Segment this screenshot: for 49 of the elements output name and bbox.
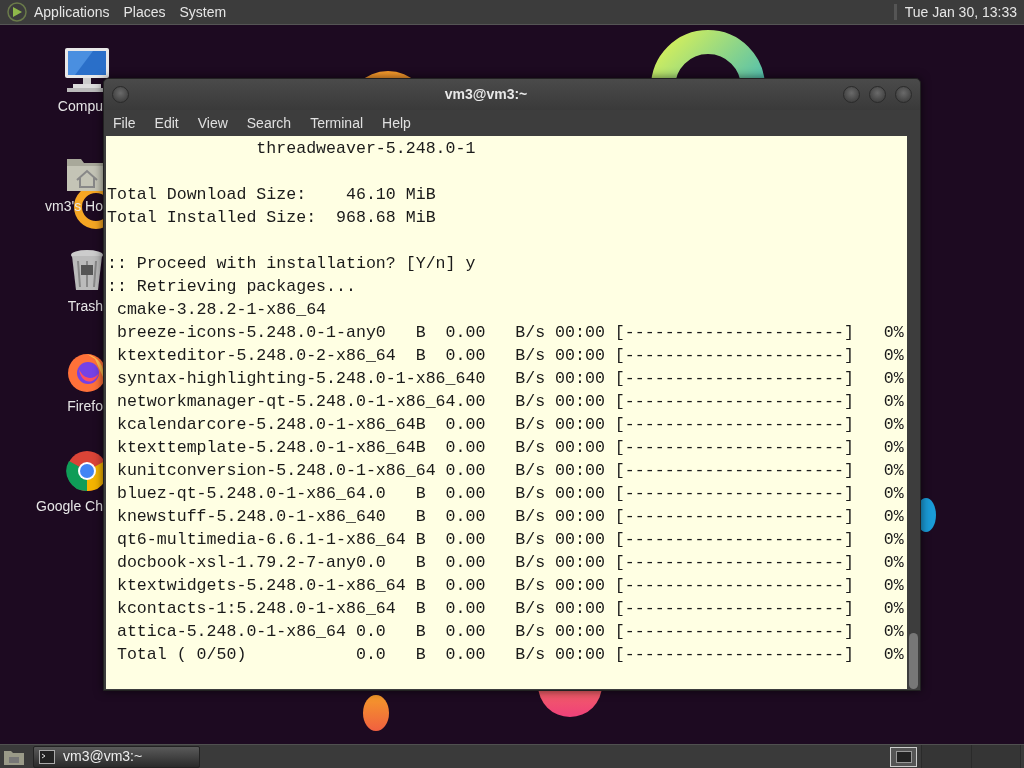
scrollbar[interactable] — [907, 136, 920, 689]
window-menu-button[interactable] — [112, 86, 129, 103]
icon-label[interactable]: Compu — [57, 96, 103, 117]
terminal-line: threadweaver-5.248.0-1 — [255, 138, 476, 160]
terminal-line: ktexteditor-5.248.0-2-x86_64 B 0.00 B/s 00:00 [----------------------] 0% — [115, 345, 904, 367]
window-title: vm3@vm3:~ — [443, 85, 529, 104]
terminal-line: syntax-highlighting-5.248.0-1-x86_640 B/s 00:00 [----------------------] 0% — [115, 368, 904, 390]
play-logo-icon[interactable] — [7, 2, 27, 22]
terminal-line: ktexttemplate-5.248.0-1-x86_64B 0.00 B/s 00:00 [----------------------] 0% — [115, 437, 904, 459]
maximize-button[interactable] — [869, 86, 886, 103]
terminal-line: kcalendarcore-5.248.0-1-x86_64B 0.00 B/s 00:00 [----------------------] 0% — [115, 414, 904, 436]
terminal-line: qt6-multimedia-6.6.1-1-x86_64 B 0.00 B/s 00:00 [----------------------] 0% — [115, 529, 904, 551]
panel-menu[interactable]: System — [179, 1, 227, 23]
terminal-icon — [39, 749, 55, 764]
terminal-line: kcontacts-1:5.248.0-1-x86_64 B 0.00 B/s 00:00 [----------------------] 0% — [115, 598, 904, 620]
menu-item[interactable]: Help — [382, 112, 411, 134]
close-button[interactable] — [895, 86, 912, 103]
computer-icon — [63, 47, 111, 93]
panel-menu[interactable]: Applications — [34, 1, 110, 23]
terminal-line: networkmanager-qt-5.248.0-1-x86_64.00 B/s 00:00 [----------------------] 0% — [115, 391, 904, 413]
terminal-line: docbook-xsl-1.79.2-7-any0.0 B 0.00 B/s 00:00 [----------------------] 0% — [115, 552, 904, 574]
terminal-line: bluez-qt-5.248.0-1-x86_64.0 B 0.00 B/s 00:00 [----------------------] 0% — [115, 483, 904, 505]
workspace-switcher[interactable] — [890, 746, 917, 767]
terminal-line: :: Retrieving packages... — [107, 276, 356, 298]
trash-icon — [69, 249, 105, 293]
terminal-line: Total Download Size: 46.10 MiB — [107, 184, 436, 206]
panel-menu[interactable]: Places — [123, 1, 166, 23]
clock[interactable]: Tue Jan 30, 13:33 — [904, 1, 1017, 23]
icon-label[interactable]: Firefo — [67, 396, 103, 417]
minimize-button[interactable] — [843, 86, 860, 103]
wallpaper-oval — [363, 695, 389, 731]
terminal-line: attica-5.248.0-1-x86_64 0.0 B 0.00 B/s 00:00 [----------------------] 0% — [115, 621, 904, 643]
terminal-line: Total Installed Size: 968.68 MiB — [107, 207, 436, 229]
terminal-icon — [895, 750, 912, 763]
terminal-line: kunitconversion-5.248.0-1-x86_64 0.00 B/s 00:00 [----------------------] 0% — [115, 460, 904, 482]
terminal-line: ktextwidgets-5.248.0-1-x86_64 B 0.00 B/s 00:00 [----------------------] 0% — [115, 575, 904, 597]
icon-label[interactable]: Trash — [67, 296, 103, 317]
icon-label[interactable]: Google Ch — [36, 496, 103, 517]
terminal-line: knewstuff-5.248.0-1-x86_640 B 0.00 B/s 00:00 [----------------------] 0% — [115, 506, 904, 528]
taskbar-button[interactable]: vm3@vm3:~ — [33, 745, 200, 768]
menu-item[interactable]: View — [197, 112, 228, 134]
menu-item[interactable]: Edit — [154, 112, 179, 134]
menu-item[interactable]: Terminal — [310, 112, 364, 134]
terminal-line: breeze-icons-5.248.0-1-any0 B 0.00 B/s 00:00 [----------------------] 0% — [115, 322, 904, 344]
menu-item[interactable]: Search — [246, 112, 292, 134]
terminal-line: cmake-3.28.2-1-x86_64 — [115, 299, 327, 321]
menu-item[interactable]: File — [113, 112, 136, 134]
terminal-line: :: Proceed with installation? [Y/n] y — [107, 253, 476, 275]
terminal-line: Total ( 0/50) 0.0 B 0.00 B/s 00:00 [----------------------] 0% — [115, 644, 904, 666]
